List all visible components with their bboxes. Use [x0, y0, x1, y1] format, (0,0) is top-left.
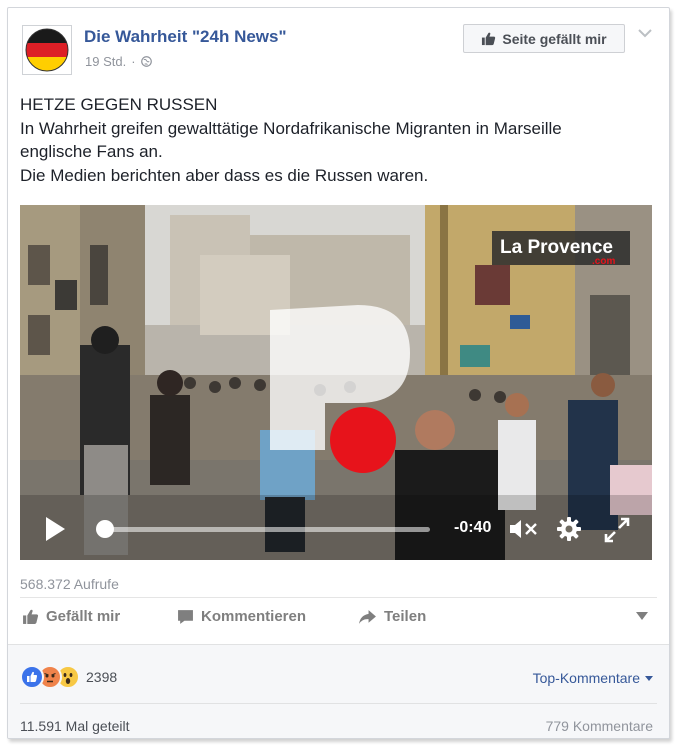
comment-button[interactable]: Kommentieren	[177, 608, 306, 625]
reaction-count: 2398	[86, 669, 118, 685]
fullscreen-icon[interactable]	[604, 517, 630, 543]
time-remaining: -0:40	[454, 519, 492, 536]
share-count[interactable]: 11.591 Mal geteilt	[20, 718, 129, 734]
page-name-link[interactable]: Die Wahrheit "24h News"	[84, 27, 287, 47]
post-text-line: Die Medien berichten aber dass es die Ru…	[20, 165, 429, 185]
action-bar: Gefällt mir Kommentieren Teilen	[20, 606, 657, 630]
chevron-down-icon[interactable]	[638, 28, 652, 38]
video-controls: -0:40	[20, 508, 652, 548]
chevron-down-icon[interactable]	[636, 612, 648, 620]
like-page-button[interactable]: Seite gefällt mir	[463, 24, 625, 53]
gear-icon[interactable]	[556, 516, 582, 542]
page-avatar[interactable]	[22, 25, 72, 75]
post-footer: 2398 Top-Kommentare 11.591 Mal geteilt 7…	[8, 644, 669, 738]
top-comments-dropdown[interactable]: Top-Kommentare	[533, 670, 653, 686]
post-timestamp[interactable]: 19 Std.	[85, 54, 126, 69]
like-label: Gefällt mir	[46, 608, 121, 625]
germany-flag-icon	[25, 28, 69, 72]
video-frame: La Provence .com	[20, 205, 652, 560]
mute-icon[interactable]	[508, 517, 538, 541]
share-label: Teilen	[384, 608, 427, 625]
reaction-summary[interactable]: 2398	[20, 665, 117, 689]
globe-icon	[140, 56, 152, 67]
comment-count[interactable]: 779 Kommentare	[546, 718, 653, 734]
play-icon[interactable]	[44, 516, 66, 542]
share-icon	[359, 609, 376, 624]
post-text-line: In Wahrheit greifen gewalttätige Nordafr…	[20, 118, 562, 138]
video-player[interactable]: La Provence .com -0:40	[20, 205, 652, 560]
watermark-brand: La Provence	[500, 237, 613, 258]
meta-separator: ·	[131, 54, 136, 69]
thumbs-up-icon	[23, 609, 39, 624]
comment-icon	[178, 609, 193, 624]
caret-down-icon	[645, 675, 653, 681]
thumbs-up-icon	[482, 32, 496, 46]
divider	[20, 597, 657, 598]
share-button[interactable]: Teilen	[358, 608, 426, 625]
view-count: 568.372 Aufrufe	[20, 576, 119, 592]
post-text-line: englische Fans an.	[20, 142, 163, 161]
divider	[20, 703, 657, 704]
progress-knob[interactable]	[95, 520, 114, 538]
comment-label: Kommentieren	[201, 608, 307, 625]
post-text-line: HETZE GEGEN RUSSEN	[20, 95, 218, 114]
top-comments-label: Top-Kommentare	[532, 670, 640, 686]
like-page-label: Seite gefällt mir	[502, 30, 607, 47]
watermark-suffix: .com	[592, 256, 615, 267]
progress-bar[interactable]	[98, 527, 430, 532]
like-button[interactable]: Gefällt mir	[22, 608, 120, 625]
post-meta: 19 Std. ·	[85, 54, 152, 69]
post-text: HETZE GEGEN RUSSEN In Wahrheit greifen g…	[20, 93, 562, 187]
post-card: Die Wahrheit "24h News" 19 Std. · Seite …	[7, 7, 670, 739]
like-reaction-icon	[20, 665, 44, 689]
